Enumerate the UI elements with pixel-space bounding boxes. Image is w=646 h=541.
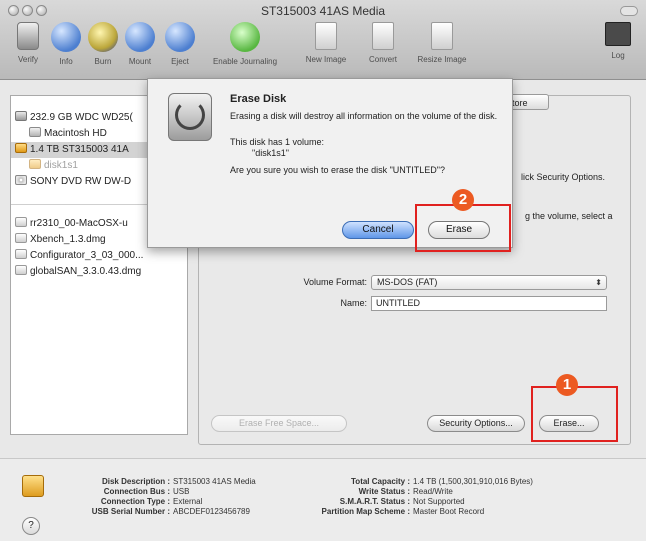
- sidebar-item-image-globalsan[interactable]: globalSAN_3.3.0.43.dmg: [15, 264, 191, 280]
- dialog-volume-name: "disk1s1": [252, 148, 289, 158]
- toolbar: ST315003 41AS Media Verify Info Burn Mou…: [0, 0, 646, 80]
- disk-image-icon: [15, 249, 27, 259]
- step-1-highlight: [531, 386, 618, 442]
- info-value: Read/Write: [413, 487, 453, 496]
- toolbar-eject-label: Eject: [171, 57, 189, 66]
- dialog-question: Are you sure you wish to erase the disk …: [230, 165, 445, 175]
- log-icon: [605, 22, 631, 46]
- name-label: Name:: [340, 298, 367, 308]
- disk-info-footer: ? Disk Description : ST315003 41AS Media …: [0, 458, 646, 541]
- info-smart-status: S.M.A.R.T. Status : Not Supported: [292, 497, 465, 507]
- volume-format-label: Volume Format:: [303, 277, 367, 287]
- disk-utility-window: ST315003 41AS Media Verify Info Burn Mou…: [0, 0, 646, 541]
- info-total-capacity: Total Capacity :1.4 TB (1,500,301,910,01…: [292, 477, 533, 487]
- info-key: Partition Map Scheme :: [321, 507, 410, 516]
- sidebar-item-label: Macintosh HD: [44, 128, 107, 139]
- info-key: Connection Type :: [100, 497, 170, 506]
- new-image-icon: [315, 22, 337, 50]
- sidebar-item-label: SONY DVD RW DW-D: [30, 176, 132, 187]
- info-key: Disk Description :: [101, 477, 170, 486]
- info-key: Total Capacity :: [351, 477, 410, 486]
- journaling-icon: [230, 22, 260, 52]
- info-connection-type: Connection Type : External: [58, 497, 203, 507]
- info-key: USB Serial Number :: [91, 507, 170, 516]
- sidebar-item-label: globalSAN_3.3.0.43.dmg: [30, 266, 142, 277]
- info-key: Connection Bus :: [103, 487, 170, 496]
- info-disk-description: Disk Description : ST315003 41AS Media: [58, 477, 256, 487]
- external-disk-icon: [22, 475, 44, 497]
- sidebar-item-label: rr2310_00-MacOSX-u: [30, 218, 128, 229]
- toolbar-convert-label: Convert: [368, 55, 397, 64]
- help-button[interactable]: ?: [22, 517, 40, 535]
- info-connection-bus: Connection Bus : USB: [58, 487, 190, 497]
- step-2-badge: 2: [452, 189, 474, 211]
- step-1-badge: 1: [556, 374, 578, 396]
- volume-format-select[interactable]: MS-DOS (FAT) ⬍: [371, 275, 607, 290]
- dvd-icon: [15, 175, 27, 185]
- disk-image-icon: [15, 265, 27, 275]
- erase-free-space-button[interactable]: Erase Free Space...: [211, 415, 347, 432]
- dialog-warning-text: Erasing a disk will destroy all informat…: [230, 111, 498, 121]
- info-partition-scheme: Partition Map Scheme : Master Boot Record: [292, 507, 485, 517]
- toolbar-new-image-button[interactable]: New Image: [298, 22, 354, 72]
- info-value: 1.4 TB (1,500,301,910,016 Bytes): [413, 477, 533, 486]
- sidebar-item-label: Configurator_3_03_000...: [30, 250, 144, 261]
- toolbar-toggle-button[interactable]: [620, 6, 638, 16]
- toolbar-enable-journaling-label: Enable Journaling: [212, 57, 278, 66]
- sidebar-item-label: 1.4 TB ST315003 41A: [30, 144, 129, 155]
- info-key: Write Status :: [358, 487, 410, 496]
- info-value: Master Boot Record: [413, 507, 485, 516]
- instruction-text-2: g the volume, select a: [525, 211, 613, 221]
- toolbar-resize-image-button[interactable]: Resize Image: [410, 22, 474, 72]
- info-value: External: [173, 497, 203, 506]
- dialog-volume-count: This disk has 1 volume:: [230, 137, 325, 147]
- dialog-title: Erase Disk: [230, 93, 287, 105]
- hard-disk-icon: [15, 111, 27, 121]
- toolbar-new-image-label: New Image: [305, 55, 347, 64]
- info-value: ABCDEF0123456789: [173, 507, 250, 516]
- toolbar-convert-button[interactable]: Convert: [355, 22, 411, 72]
- select-arrows-icon: ⬍: [595, 278, 602, 287]
- window-title: ST315003 41AS Media: [260, 4, 386, 18]
- instruction-text-1: lick Security Options.: [521, 172, 606, 182]
- toolbar-resize-image-label: Resize Image: [417, 55, 467, 64]
- volume-icon: [29, 127, 41, 137]
- external-disk-icon: [15, 143, 27, 153]
- mount-icon: [125, 22, 155, 52]
- resize-image-icon: [431, 22, 453, 50]
- sidebar-item-label: Xbench_1.3.dmg: [30, 234, 106, 245]
- info-key: S.M.A.R.T. Status :: [339, 497, 410, 506]
- volume-icon: [29, 159, 41, 169]
- verify-icon: [17, 22, 39, 50]
- stethoscope-icon: [175, 100, 205, 130]
- info-value: ST315003 41AS Media: [173, 477, 256, 486]
- info-value: Not Supported: [413, 497, 465, 506]
- step-2-highlight: [415, 204, 511, 252]
- toolbar-log-button[interactable]: Log: [594, 22, 642, 72]
- toolbar-enable-journaling-button[interactable]: Enable Journaling: [205, 22, 285, 72]
- sidebar-item-label: disk1s1: [44, 160, 78, 171]
- volume-format-value: MS-DOS (FAT): [377, 277, 438, 287]
- disk-image-icon: [15, 233, 27, 243]
- info-value: USB: [173, 487, 190, 496]
- convert-icon: [372, 22, 394, 50]
- eject-icon: [165, 22, 195, 52]
- security-options-button[interactable]: Security Options...: [427, 415, 525, 432]
- toolbar-eject-button[interactable]: Eject: [152, 22, 208, 72]
- toolbar-log-label: Log: [611, 51, 625, 60]
- info-write-status: Write Status : Read/Write: [292, 487, 453, 497]
- volume-name-field[interactable]: UNTITLED: [371, 296, 607, 311]
- info-usb-serial: USB Serial Number : ABCDEF0123456789: [58, 507, 250, 517]
- sidebar-item-image-configurator[interactable]: Configurator_3_03_000...: [15, 248, 191, 264]
- sidebar-item-label: 232.9 GB WDC WD25(: [30, 112, 133, 123]
- disk-utility-icon: [168, 93, 212, 141]
- disk-image-icon: [15, 217, 27, 227]
- dialog-cancel-button[interactable]: Cancel: [342, 221, 414, 239]
